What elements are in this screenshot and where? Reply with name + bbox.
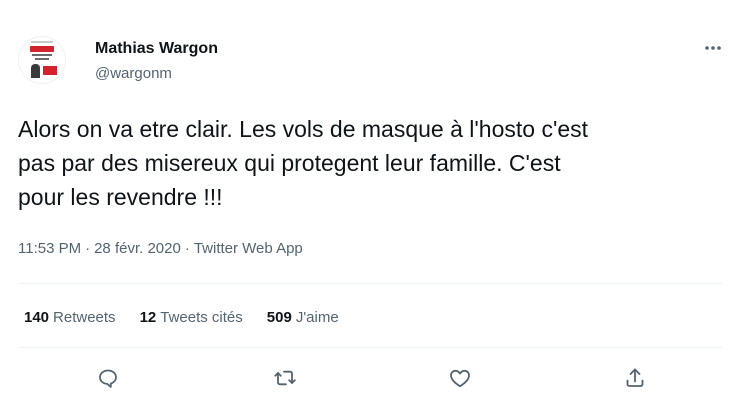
likes-count: 509 [266, 309, 292, 326]
avatar-book-subtitle [32, 54, 52, 56]
avatar-book-subtitle [35, 58, 49, 60]
share-button[interactable] [620, 363, 650, 393]
tweet-date[interactable]: 28 févr. 2020 [94, 240, 181, 257]
tweet-actions [0, 363, 741, 393]
author-name[interactable]: Mathias Wargon [95, 40, 218, 58]
retweet-button[interactable] [270, 363, 300, 393]
retweet-icon [274, 370, 296, 386]
reply-icon [99, 369, 117, 388]
likes-label: J'aime [295, 309, 339, 326]
share-icon [626, 368, 644, 387]
heart-icon [450, 369, 470, 388]
avatar-book-badge [43, 66, 57, 75]
divider [18, 347, 723, 348]
quotes-count: 12 [139, 309, 157, 326]
retweets-count: 140 [24, 309, 50, 326]
reply-button[interactable] [93, 363, 123, 393]
like-button[interactable] [445, 363, 475, 393]
quotes-label: Tweets cités [160, 309, 243, 326]
more-horizontal-icon [705, 46, 721, 50]
retweets-stat[interactable]: 140 Retweets [24, 309, 116, 326]
divider [18, 283, 723, 284]
avatar[interactable] [18, 36, 66, 84]
avatar-book-photo [31, 64, 40, 78]
avatar-book-banner [31, 41, 53, 43]
tweet-stats: 140 Retweets 12 Tweets cités 509 J'aime [24, 309, 363, 326]
tweet-time[interactable]: 11:53 PM [18, 240, 81, 257]
retweets-label: Retweets [53, 309, 116, 326]
meta-separator: · [85, 240, 91, 257]
likes-stat[interactable]: 509 J'aime [267, 309, 339, 326]
more-options-button[interactable] [699, 36, 727, 60]
tweet-metadata: 11:53 PM · 28 févr. 2020 · Twitter Web App [18, 240, 303, 257]
tweet-text: Alors on va etre clair. Les vols de masq… [18, 116, 589, 210]
author-handle[interactable]: @wargonm [95, 65, 172, 82]
tweet-source[interactable]: Twitter Web App [194, 240, 303, 257]
meta-separator: · [184, 240, 190, 257]
avatar-book-title [30, 46, 54, 52]
tweet-card: Mathias Wargon @wargonm Alors on va etre… [0, 0, 741, 414]
quotes-stat[interactable]: 12 Tweets cités [140, 309, 243, 326]
